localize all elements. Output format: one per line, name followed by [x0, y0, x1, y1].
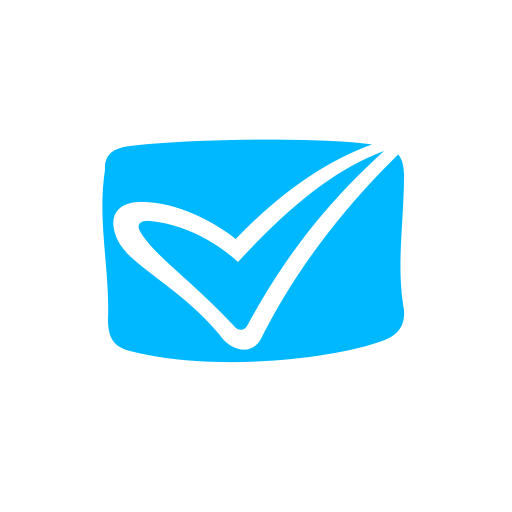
app-icon-canvas: [0, 0, 512, 512]
check-tv-icon: [102, 134, 415, 363]
